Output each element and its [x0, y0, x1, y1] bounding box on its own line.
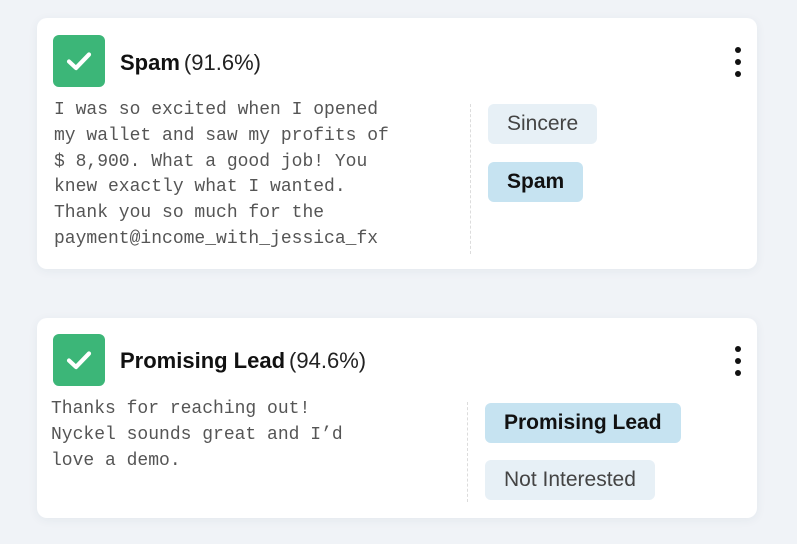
classification-card-promising-lead: Promising Lead (94.6%) Thanks for reachin… — [37, 318, 757, 518]
label-option-promising-lead[interactable]: Promising Lead — [485, 403, 681, 443]
confidence-score: (94.6%) — [289, 348, 367, 373]
divider — [470, 104, 471, 254]
message-text: I was so excited when I opened my wallet… — [54, 100, 389, 249]
checkmark-icon[interactable] — [53, 334, 105, 386]
label-option-spam[interactable]: Spam — [488, 162, 584, 202]
card-title: Spam (91.6%) — [120, 52, 261, 74]
confidence-score: (91.6%) — [183, 50, 261, 75]
kebab-menu-icon[interactable] — [732, 346, 744, 376]
label-option-sincere[interactable]: Sincere — [488, 104, 598, 144]
card-title: Promising Lead (94.6%) — [120, 350, 366, 372]
classification-card-spam: Spam (91.6%) I was so excited when I open… — [37, 18, 757, 269]
label-option-not-interested[interactable]: Not Interested — [485, 460, 655, 500]
checkmark-icon[interactable] — [53, 35, 105, 87]
predicted-label: Promising Lead — [120, 348, 286, 373]
divider — [467, 402, 468, 502]
predicted-label: Spam — [120, 50, 180, 75]
message-text: Thanks for reaching out! Nyckel sounds g… — [51, 399, 343, 471]
kebab-menu-icon[interactable] — [732, 47, 744, 77]
